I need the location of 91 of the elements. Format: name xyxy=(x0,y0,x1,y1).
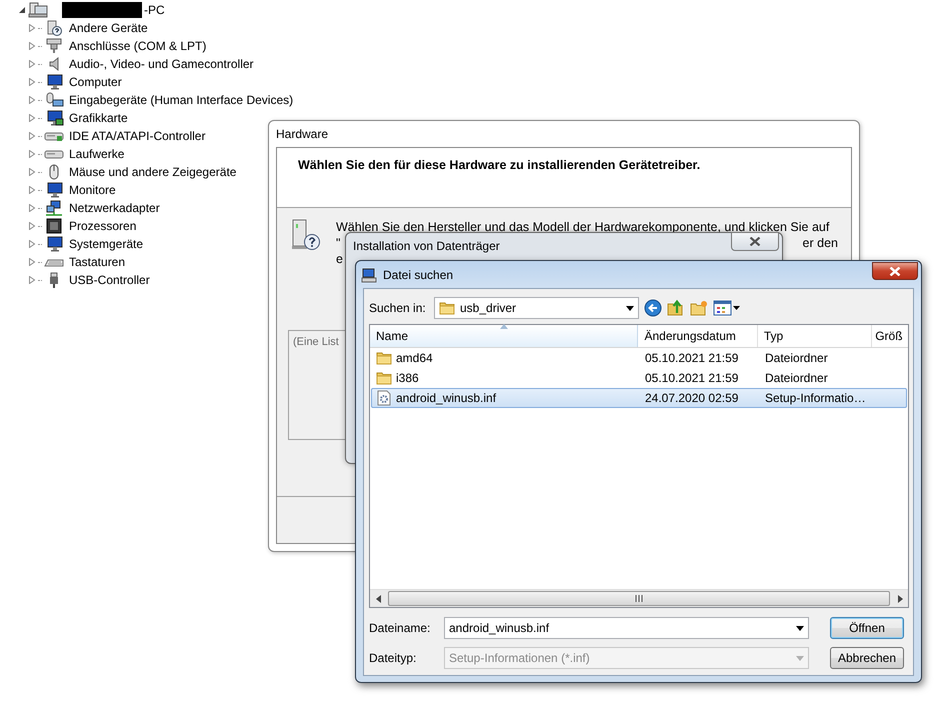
expand-arrow-icon[interactable] xyxy=(28,204,36,212)
tree-item[interactable]: Eingabegeräte (Human Interface Devices) xyxy=(66,93,294,107)
file-name: i386 xyxy=(396,371,419,385)
instruction-text: er den xyxy=(802,236,838,252)
up-folder-icon[interactable] xyxy=(667,299,685,317)
close-icon xyxy=(889,266,901,276)
column-header[interactable]: Änderungsdatum xyxy=(638,325,758,347)
computer-icon xyxy=(361,266,377,282)
file-row[interactable]: amd64 05.10.2021 21:59 Dateiordner xyxy=(371,348,907,368)
column-header[interactable]: Typ xyxy=(758,325,872,347)
file-date: 24.07.2020 02:59 xyxy=(644,391,740,405)
file-type: Dateiordner xyxy=(764,371,829,385)
tree-item[interactable]: Computer xyxy=(66,75,122,89)
expand-arrow-icon[interactable] xyxy=(28,42,36,50)
close-icon xyxy=(749,237,761,246)
window-title: Datei suchen xyxy=(383,268,454,282)
chip-icon xyxy=(44,218,64,234)
tree-item[interactable]: USB-Controller xyxy=(66,273,150,287)
tree-item[interactable]: Monitore xyxy=(66,183,116,197)
tree-item[interactable]: Andere Geräte xyxy=(66,21,148,35)
cancel-button[interactable]: Abbrechen xyxy=(830,647,904,669)
expand-arrow-icon[interactable] xyxy=(28,150,36,158)
sort-arrow-icon xyxy=(500,324,508,329)
column-header[interactable]: Name xyxy=(370,325,638,347)
network-icon xyxy=(44,200,64,216)
file-name: android_winusb.inf xyxy=(396,391,496,405)
scrollbar-thumb[interactable] xyxy=(388,591,890,606)
root-label[interactable]: -PC xyxy=(144,3,165,17)
settings-file-icon xyxy=(376,390,392,406)
file-row[interactable]: android_winusb.inf 24.07.2020 02:59 Setup-Informatio… xyxy=(371,388,907,408)
tree-item[interactable]: Laufwerke xyxy=(66,147,124,161)
expand-arrow-icon[interactable] xyxy=(28,240,36,248)
column-header[interactable]: Größ xyxy=(872,325,908,347)
window-title: Hardware xyxy=(275,126,330,143)
horizontal-scrollbar[interactable] xyxy=(370,589,908,607)
expand-arrow-icon[interactable] xyxy=(28,78,36,86)
new-folder-icon[interactable] xyxy=(690,299,708,317)
input-device-icon xyxy=(44,92,64,108)
back-icon[interactable] xyxy=(644,299,662,317)
instruction-text: " xyxy=(336,236,340,252)
file-name-field[interactable]: android_winusb.inf xyxy=(444,617,809,639)
tree-item[interactable]: Tastaturen xyxy=(66,255,126,269)
tree-item[interactable]: Netzwerkadapter xyxy=(66,201,160,215)
dialog-heading: Wählen Sie den für diese Hardware zu installierenden Gerätetreiber. xyxy=(298,158,700,172)
window-title: Installation von Datenträger xyxy=(352,238,501,255)
caret-icon xyxy=(626,306,634,310)
expand-arrow-icon[interactable] xyxy=(28,114,36,122)
caret-icon[interactable] xyxy=(796,626,804,630)
folder-icon xyxy=(439,300,455,316)
scroll-right-icon[interactable] xyxy=(898,594,902,602)
expand-arrow-icon[interactable] xyxy=(28,168,36,176)
grip-icon xyxy=(635,595,643,602)
close-button[interactable] xyxy=(731,232,779,251)
folder-icon xyxy=(376,350,392,366)
expand-arrow-icon[interactable] xyxy=(28,132,36,140)
view-menu-icon[interactable] xyxy=(713,300,741,316)
field-label: Dateiname: xyxy=(369,621,432,635)
computer-icon xyxy=(28,2,48,18)
file-name: amd64 xyxy=(396,351,433,365)
file-date: 05.10.2021 21:59 xyxy=(644,351,740,365)
expand-arrow-icon[interactable] xyxy=(28,60,36,68)
field-label: Suchen in: xyxy=(369,301,427,315)
expand-arrow-icon[interactable] xyxy=(28,258,36,266)
file-type: Setup-Informatio… xyxy=(764,391,867,405)
expand-arrow-icon[interactable] xyxy=(28,276,36,284)
close-button[interactable] xyxy=(872,262,918,280)
collapse-arrow-icon[interactable] xyxy=(18,6,26,14)
field-label: Dateityp: xyxy=(369,651,418,665)
open-button[interactable]: Öffnen xyxy=(830,617,904,639)
file-row[interactable]: i386 05.10.2021 21:59 Dateiordner xyxy=(371,368,907,388)
file-type: Dateiordner xyxy=(764,351,829,365)
tree-item[interactable]: Audio-, Video- und Gamecontroller xyxy=(66,57,254,71)
expand-arrow-icon[interactable] xyxy=(28,96,36,104)
tree-item[interactable]: Grafikkarte xyxy=(66,111,128,125)
expand-arrow-icon[interactable] xyxy=(28,186,36,194)
tree-item[interactable]: IDE ATA/ATAPI-Controller xyxy=(66,129,206,143)
scroll-left-icon[interactable] xyxy=(376,594,380,602)
expand-arrow-icon[interactable] xyxy=(28,222,36,230)
tree-item[interactable]: Prozessoren xyxy=(66,219,136,233)
folder-dropdown[interactable]: usb_driver xyxy=(434,297,639,319)
list-placeholder: (Eine List xyxy=(293,336,339,348)
folder-icon xyxy=(376,370,392,386)
tree-item[interactable]: Systemgeräte xyxy=(66,237,144,251)
tree-item[interactable]: Anschlüsse (COM & LPT) xyxy=(66,39,206,53)
file-list[interactable]: Name Änderungsdatum Typ Größ amd64 05.10.2021 21:59 Dateiordner i386 05.10.2021 21:59 Dateiordner android_winusb.inf 24.07.2020 02:59 Setup-Informatio… xyxy=(369,324,909,608)
tree-item[interactable]: Mäuse und andere Zeigegeräte xyxy=(66,165,236,179)
instruction-text: e xyxy=(336,252,343,268)
plug-icon xyxy=(44,38,64,54)
file-date: 05.10.2021 21:59 xyxy=(644,371,740,385)
instruction-text: Wählen Sie den Hersteller und das Modell der Hardwarekomponente, und klicken Sie auf xyxy=(336,220,830,236)
expand-arrow-icon[interactable] xyxy=(28,24,36,32)
